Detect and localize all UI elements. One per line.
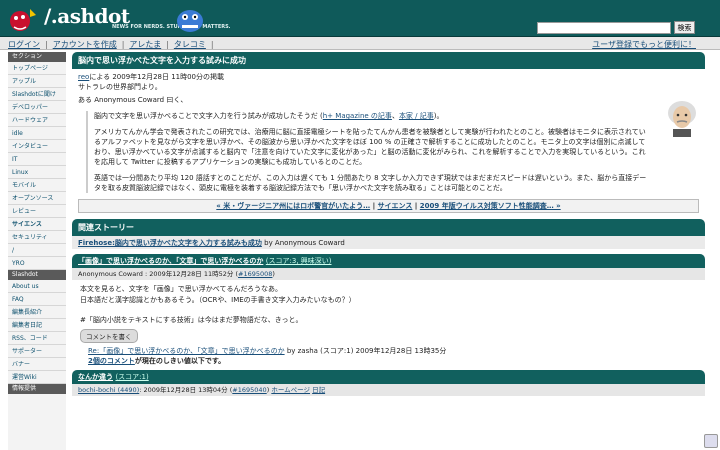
p1-prefix: 脳内で文字を思い浮かべることで文字入力を行う試みが成功したそうだ (: [94, 112, 323, 120]
posted-text: による 2009年12月28日 11時00分の掲載: [89, 73, 225, 81]
comment-meta-suffix: ): [272, 270, 275, 278]
sidebar-item-editor-profile[interactable]: 編集長紹介: [8, 306, 66, 319]
original-link[interactable]: 本家 / 記事: [399, 112, 434, 120]
section-link[interactable]: サイエンス: [378, 202, 413, 210]
sidebar-item-top[interactable]: トップページ: [8, 62, 66, 75]
sidebar-info-title: 情報提供: [8, 384, 66, 394]
main-content: 脳内で思い浮かべた文字を入力する試みに成功 reoによる 2009年12月28日…: [72, 52, 705, 450]
sidebar-item-hardware[interactable]: ハードウェア: [8, 114, 66, 127]
article-quote: 脳内で文字を思い浮かべることで文字入力を行う試みが成功したそうだ (h+ Mag…: [86, 111, 699, 193]
article-title: 脳内で思い浮かべた文字を入力する試みに成功: [72, 52, 705, 69]
intro-text: ある Anonymous Coward 曰く、: [78, 96, 188, 104]
comment-title-bar: 「画像」で思い浮かべるのか、「文章」で思い浮かべるのか (スコア:3, 興味深い…: [72, 254, 705, 268]
comment-id-link[interactable]: #1695008: [238, 270, 272, 278]
diary-link[interactable]: 日記: [312, 386, 325, 394]
tarekomi-link[interactable]: タレコミ: [174, 40, 206, 49]
comment-date: : 2009年12月28日 13時04分 (: [139, 386, 233, 394]
search-input[interactable]: [537, 22, 671, 34]
related-story-author: by Anonymous Coward: [264, 239, 345, 247]
reply-list-item: Re:「画像」で思い浮かべるのか、「文章」で思い浮かべるのか by zasha …: [72, 346, 705, 356]
sidebar-item-review[interactable]: レビュー: [8, 205, 66, 218]
top-navigation: ログイン | アカウントを作成 | アレたま | タレコミ | ユーザ登録でもっと便利に！: [0, 37, 720, 50]
article-navigation: « 米・ヴァージニア州にはロボ警官がいたよう… | サイエンス | 2009 年…: [78, 199, 699, 213]
sidebar-item-developers[interactable]: デベロッパー: [8, 101, 66, 114]
hplus-link[interactable]: h+ Magazine の記事: [323, 112, 392, 120]
sidebar-item-yro[interactable]: YRO: [8, 257, 66, 270]
comment-body: 本文を見ると、文字を「画像」で思い浮かべてるんだろうなあ。 日本語だと漢字認識と…: [72, 280, 705, 325]
comment-line: #「脳内小説をテキストにする技術」は今はまだ夢物語だな、きっと。: [80, 316, 303, 324]
site-header: /.ashdot NEWS FOR NERDS. STUFF THAT MATT…: [0, 0, 720, 37]
sidebar-item-editor-diary[interactable]: 編集者日記: [8, 319, 66, 332]
threshold-notice: 2個のコメントが現在のしきい値以下です。: [72, 356, 705, 366]
sidebar-item-idle[interactable]: idle: [8, 127, 66, 140]
sidebar-item-linux[interactable]: Linux: [8, 166, 66, 179]
reply-link[interactable]: Re:「画像」で思い浮かべるのか、「文章」で思い浮かべるのか: [88, 347, 285, 355]
login-link[interactable]: ログイン: [8, 40, 40, 49]
reply-meta: by zasha (スコア:1) 2009年12月28日 13時35分: [286, 347, 447, 355]
comment-score[interactable]: (スコア:1): [115, 373, 148, 381]
related-story-item: Firehose:脳内で思い浮かべた文字を入力する試みも成功 by Anonym…: [72, 236, 705, 249]
quote-p1: 脳内で文字を思い浮かべることで文字入力を行う試みが成功したそうだ (h+ Mag…: [94, 111, 647, 121]
comment-meta-suffix: ): [266, 386, 270, 394]
comment-line: 本文を見ると、文字を「画像」で思い浮かべてるんだろうなあ。: [80, 285, 283, 293]
quote-p3: 英語では一分間あたり平均 120 語話すとのことだが、この入力は遅くても 1 分…: [94, 174, 647, 192]
tare-link[interactable]: アレたま: [129, 40, 161, 49]
homepage-link[interactable]: ホームページ: [271, 386, 310, 394]
related-stories-title: 関連ストーリー: [72, 219, 705, 236]
comment-author-date: Anonymous Coward : 2009年12月28日 11時52分 (: [78, 270, 239, 278]
comment-line: 日本語だと漢字認識とかもあるそう。（OCRや、IMEの手書き文字入力みたいなもの…: [80, 296, 356, 304]
sidebar-item-faq[interactable]: FAQ: [8, 293, 66, 306]
article-details: reoによる 2009年12月28日 11時00分の掲載 サトラレの世界部門より…: [72, 69, 705, 95]
comment-id-link[interactable]: #1695040: [232, 386, 266, 394]
nav-separator: |: [45, 40, 48, 49]
create-account-link[interactable]: アカウントを作成: [53, 40, 117, 49]
sidebar-item-ask[interactable]: Slashdotに聞け: [8, 88, 66, 101]
sidebar-item-security[interactable]: セキュリティ: [8, 231, 66, 244]
sidebar-item-apple[interactable]: アップル: [8, 75, 66, 88]
comment-title-link[interactable]: 「画像」で思い浮かべるのか、「文章」で思い浮かべるのか: [78, 257, 263, 265]
scroll-to-top-button[interactable]: [704, 434, 718, 448]
comment-title-bar: なんか違う (スコア:1): [72, 370, 705, 384]
sidebar-item-opensource[interactable]: オープンソース: [8, 192, 66, 205]
nav-separator: |: [121, 40, 125, 49]
sidebar-item-about[interactable]: About us: [8, 280, 66, 293]
prev-article-link[interactable]: « 米・ヴァージニア州にはロボ警官がいたよう…: [216, 202, 370, 210]
sidebar: セクション トップページ アップル Slashdotに聞け デベロッパー ハード…: [8, 52, 66, 450]
article-body: ある Anonymous Coward 曰く、 脳内で文字を思い浮かべることで文…: [72, 95, 705, 193]
threshold-text: が現在のしきい値以下です。: [134, 357, 226, 365]
search-button[interactable]: 検索: [674, 21, 695, 34]
blue-creature-icon: [177, 10, 203, 32]
comment-user-link[interactable]: bochi-bochi (4490): [78, 386, 139, 394]
dept-text: サトラレの世界部門より。: [78, 83, 162, 91]
sidebar-item-banner[interactable]: バナー: [8, 358, 66, 371]
mascot-logo-icon: [10, 9, 36, 31]
science-topic-icon: [668, 101, 696, 137]
p1-sep: 、: [391, 112, 399, 120]
register-promo-link[interactable]: ユーザ登録でもっと便利に！: [592, 39, 696, 50]
comment-meta: Anonymous Coward : 2009年12月28日 11時52分 (#…: [72, 268, 705, 280]
comment-line: [80, 306, 699, 314]
sidebar-sections-title: セクション: [8, 52, 66, 62]
comment-title-link[interactable]: なんか違う: [78, 373, 113, 381]
nav-separator: |: [166, 40, 169, 49]
reply-button[interactable]: コメントを書く: [80, 329, 138, 343]
sidebar-item-slash[interactable]: /: [8, 244, 66, 257]
poster-link[interactable]: reo: [78, 73, 89, 81]
nav-separator: |: [210, 40, 214, 49]
comment-meta: bochi-bochi (4490): 2009年12月28日 13時04分 (…: [72, 384, 705, 396]
sidebar-item-wiki[interactable]: 運営Wiki: [8, 371, 66, 384]
sidebar-item-science[interactable]: サイエンス: [8, 218, 66, 231]
quote-p2: アメリカてんかん学会で発表されたこの研究では、治療用に脳に直接電極シートを貼った…: [94, 128, 646, 166]
sidebar-item-it[interactable]: IT: [8, 153, 66, 166]
sidebar-slashdot-title: Slashdot: [8, 270, 66, 280]
related-story-link[interactable]: Firehose:脳内で思い浮かべた文字を入力する試みも成功: [78, 239, 262, 247]
comment-score[interactable]: (スコア:3, 興味深い): [266, 257, 332, 265]
hidden-comments-link[interactable]: 2個のコメント: [88, 357, 135, 365]
p1-suffix: )。: [433, 112, 444, 120]
sidebar-item-interview[interactable]: インタビュー: [8, 140, 66, 153]
sidebar-item-supporters[interactable]: サポーター: [8, 345, 66, 358]
sidebar-item-rss[interactable]: RSS、コード: [8, 332, 66, 345]
sidebar-item-mobile[interactable]: モバイル: [8, 179, 66, 192]
next-article-link[interactable]: 2009 年版ウイルス対策ソフト性能調査… »: [420, 202, 561, 210]
